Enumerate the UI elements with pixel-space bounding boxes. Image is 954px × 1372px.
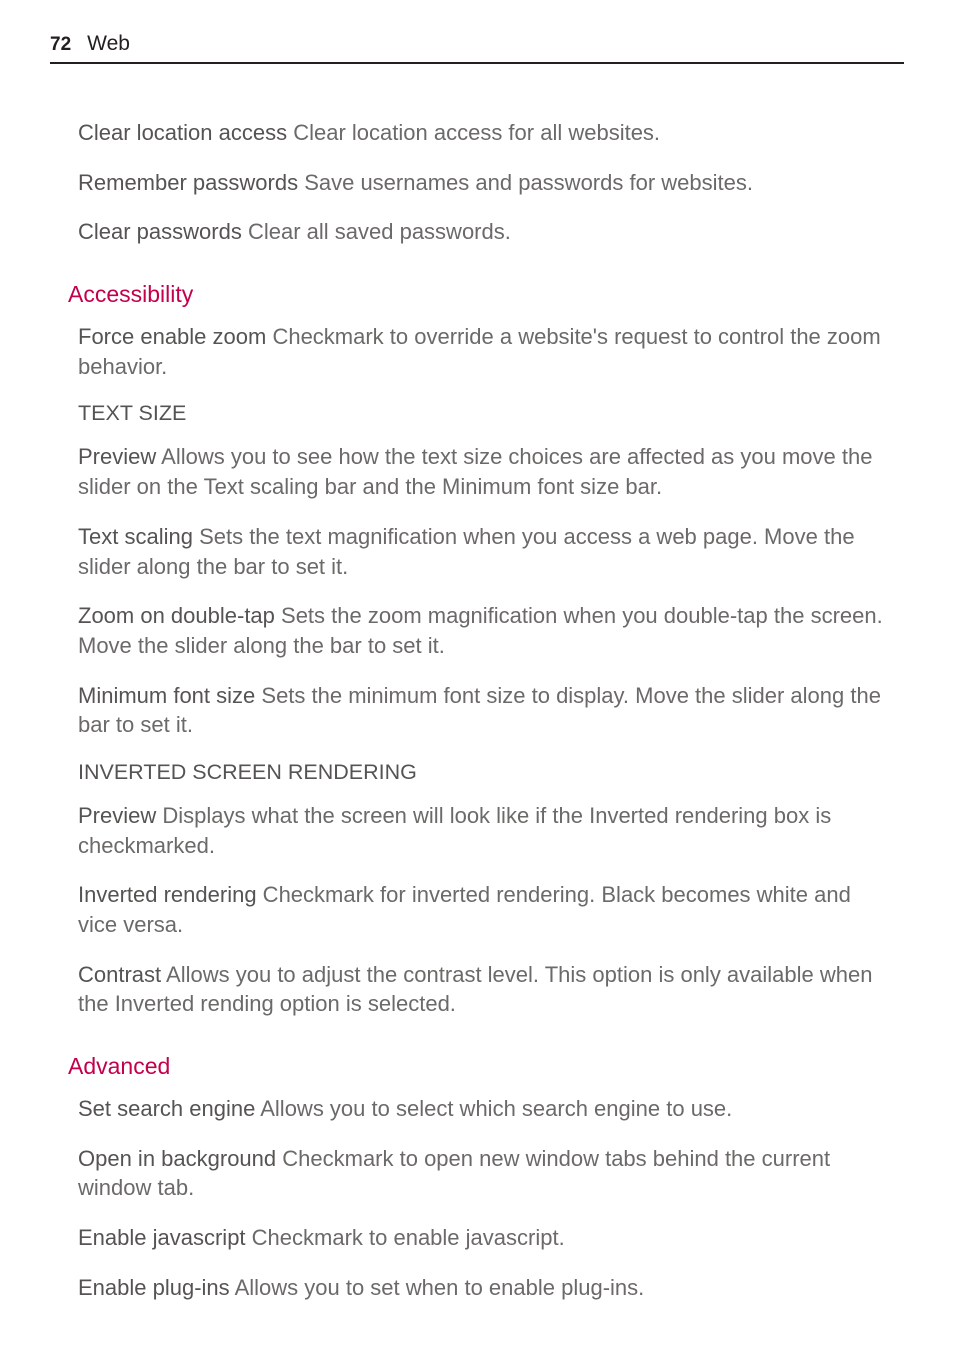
setting-description: Displays what the screen will look like … — [78, 803, 831, 858]
setting-label: Open in background — [78, 1146, 276, 1171]
setting-force-enable-zoom: Force enable zoom Checkmark to override … — [78, 322, 894, 381]
page-body: Clear location access Clear location acc… — [50, 118, 904, 1303]
setting-remember-passwords: Remember passwords Save usernames and pa… — [78, 168, 894, 198]
setting-label: Set search engine — [78, 1096, 255, 1121]
setting-text-scaling: Text scaling Sets the text magnification… — [78, 522, 894, 581]
setting-preview-text-size: Preview Allows you to see how the text s… — [78, 442, 894, 501]
setting-contrast: Contrast Allows you to adjust the contra… — [78, 960, 894, 1019]
setting-description: Checkmark to enable javascript. — [246, 1225, 565, 1250]
setting-label: Clear passwords — [78, 219, 242, 244]
setting-description: Allows you to see how the text size choi… — [78, 444, 872, 499]
setting-enable-plug-ins: Enable plug-ins Allows you to set when t… — [78, 1273, 894, 1303]
setting-description: Clear all saved passwords. — [242, 219, 511, 244]
setting-description: Allows you to adjust the contrast level.… — [78, 962, 872, 1017]
setting-clear-passwords: Clear passwords Clear all saved password… — [78, 217, 894, 247]
setting-inverted-rendering: Inverted rendering Checkmark for inverte… — [78, 880, 894, 939]
setting-label: Force enable zoom — [78, 324, 266, 349]
page: 72 Web Clear location access Clear locat… — [0, 0, 954, 1372]
setting-label: Enable plug-ins — [78, 1275, 230, 1300]
setting-label: Remember passwords — [78, 170, 298, 195]
section-heading-advanced: Advanced — [68, 1053, 894, 1080]
setting-description: Allows you to select which search engine… — [255, 1096, 732, 1121]
subheading-inverted-screen-rendering: INVERTED SCREEN RENDERING — [78, 760, 894, 785]
setting-preview-inverted: Preview Displays what the screen will lo… — [78, 801, 894, 860]
setting-open-in-background: Open in background Checkmark to open new… — [78, 1144, 894, 1203]
setting-label: Inverted rendering — [78, 882, 257, 907]
setting-minimum-font-size: Minimum font size Sets the minimum font … — [78, 681, 894, 740]
setting-label: Zoom on double-tap — [78, 603, 275, 628]
setting-label: Preview — [78, 803, 156, 828]
setting-set-search-engine: Set search engine Allows you to select w… — [78, 1094, 894, 1124]
page-number: 72 — [50, 34, 71, 56]
setting-enable-javascript: Enable javascript Checkmark to enable ja… — [78, 1223, 894, 1253]
setting-label: Clear location access — [78, 120, 287, 145]
setting-zoom-double-tap: Zoom on double-tap Sets the zoom magnifi… — [78, 601, 894, 660]
header-title: Web — [87, 32, 130, 56]
subheading-text-size: TEXT SIZE — [78, 401, 894, 426]
setting-label: Text scaling — [78, 524, 193, 549]
setting-description: Sets the text magnification when you acc… — [78, 524, 855, 579]
setting-clear-location-access: Clear location access Clear location acc… — [78, 118, 894, 148]
setting-description: Save usernames and passwords for website… — [298, 170, 753, 195]
setting-label: Enable javascript — [78, 1225, 246, 1250]
setting-description: Allows you to set when to enable plug-in… — [230, 1275, 645, 1300]
section-heading-accessibility: Accessibility — [68, 281, 894, 308]
setting-description: Clear location access for all websites. — [287, 120, 660, 145]
page-header: 72 Web — [50, 32, 904, 64]
setting-label: Preview — [78, 444, 156, 469]
setting-label: Contrast — [78, 962, 161, 987]
setting-label: Minimum font size — [78, 683, 255, 708]
